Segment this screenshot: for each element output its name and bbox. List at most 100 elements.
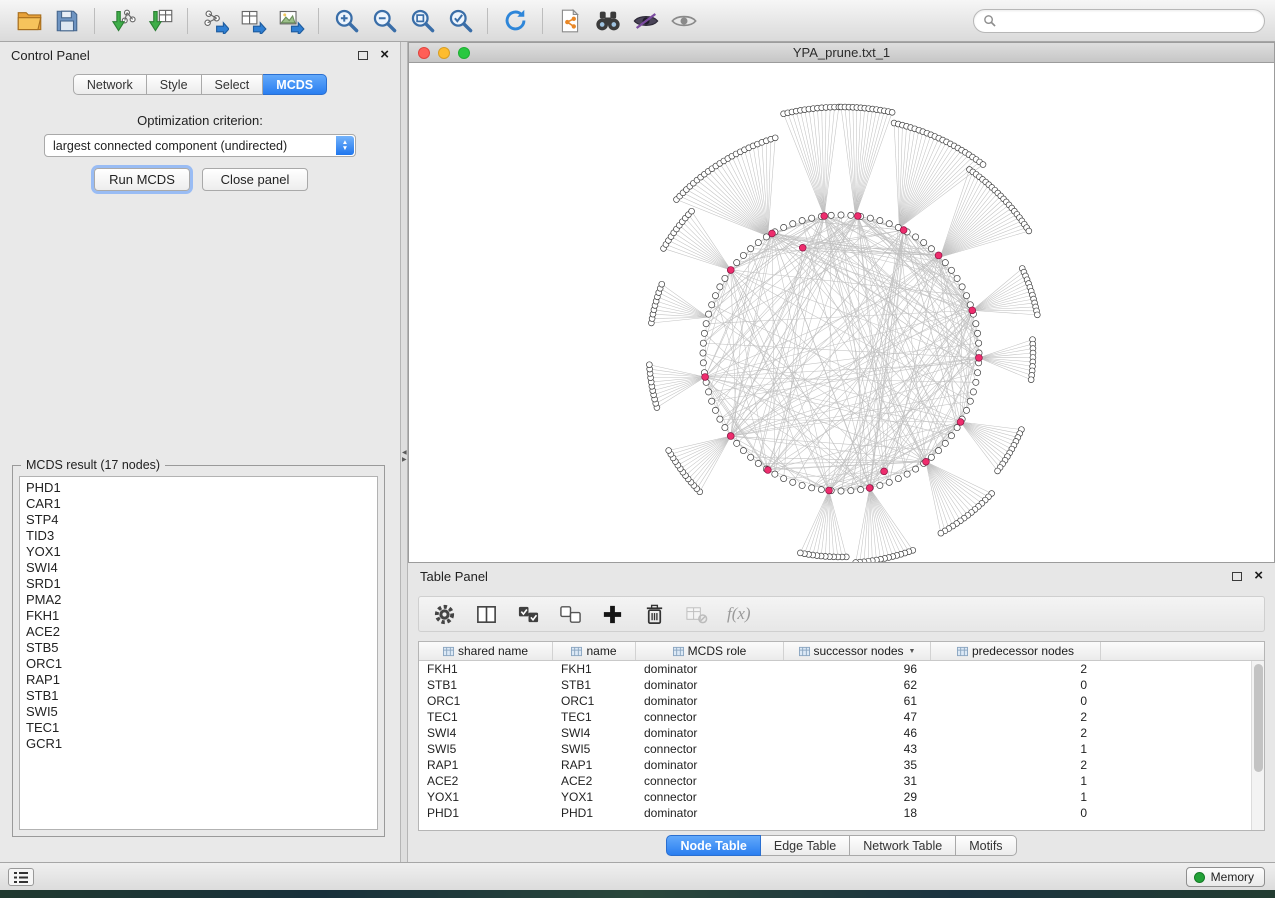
network-node[interactable] — [886, 221, 892, 227]
network-hub-node[interactable] — [764, 467, 771, 474]
mcds-result-item[interactable]: STB5 — [26, 640, 377, 656]
network-node[interactable] — [646, 362, 652, 368]
network-node[interactable] — [659, 281, 665, 287]
zoom-in-button[interactable] — [327, 4, 365, 38]
tab-network[interactable]: Network — [73, 74, 147, 95]
network-node[interactable] — [700, 350, 706, 356]
network-node[interactable] — [790, 479, 796, 485]
mcds-result-item[interactable]: PHD1 — [26, 480, 377, 496]
network-node[interactable] — [772, 135, 778, 141]
tab-mcds[interactable]: MCDS — [263, 74, 327, 95]
deselect-all-button[interactable] — [559, 603, 582, 626]
network-node[interactable] — [712, 407, 718, 413]
table-row[interactable]: ORC1ORC1dominator610 — [419, 693, 1251, 709]
mcds-result-item[interactable]: STP4 — [26, 512, 377, 528]
network-node[interactable] — [938, 530, 944, 536]
table-row[interactable]: STB1STB1dominator620 — [419, 677, 1251, 693]
network-node[interactable] — [921, 239, 927, 245]
network-node[interactable] — [963, 293, 969, 299]
refresh-button[interactable] — [496, 4, 534, 38]
network-node[interactable] — [799, 482, 805, 488]
network-node[interactable] — [974, 330, 980, 336]
network-node[interactable] — [1034, 312, 1040, 318]
network-node[interactable] — [935, 447, 941, 453]
mcds-result-item[interactable]: TID3 — [26, 528, 377, 544]
network-node[interactable] — [886, 479, 892, 485]
network-node[interactable] — [781, 224, 787, 230]
network-node[interactable] — [809, 215, 815, 221]
network-node[interactable] — [963, 407, 969, 413]
float-panel-icon[interactable] — [1232, 572, 1242, 581]
tab-select[interactable]: Select — [202, 74, 264, 95]
mcds-result-item[interactable]: CAR1 — [26, 496, 377, 512]
table-row[interactable]: SWI5SWI5connector431 — [419, 741, 1251, 757]
export-image-button[interactable] — [272, 4, 310, 38]
network-node[interactable] — [959, 284, 965, 290]
network-node[interactable] — [666, 448, 672, 454]
table-row[interactable]: TEC1TEC1connector472 — [419, 709, 1251, 725]
network-node[interactable] — [781, 475, 787, 481]
select-all-button[interactable] — [517, 603, 540, 626]
binoculars-search-button[interactable] — [589, 4, 627, 38]
network-hub-node[interactable] — [702, 374, 709, 381]
column-header-name[interactable]: name — [553, 642, 636, 660]
table-row[interactable]: SWI4SWI4dominator462 — [419, 725, 1251, 741]
network-node[interactable] — [755, 460, 761, 466]
column-header-shared-name[interactable]: shared name — [419, 642, 553, 660]
table-settings-button[interactable] — [433, 603, 456, 626]
network-node[interactable] — [722, 275, 728, 281]
network-hub-node[interactable] — [866, 485, 873, 492]
network-node[interactable] — [717, 416, 723, 422]
network-node[interactable] — [818, 486, 824, 492]
float-panel-icon[interactable] — [358, 51, 368, 60]
network-node[interactable] — [913, 466, 919, 472]
table-row[interactable]: RAP1RAP1dominator352 — [419, 757, 1251, 773]
network-node[interactable] — [799, 217, 805, 223]
mcds-result-item[interactable]: RAP1 — [26, 672, 377, 688]
network-node[interactable] — [734, 260, 740, 266]
mcds-result-list[interactable]: PHD1CAR1STP4TID3YOX1SWI4SRD1PMA2FKH1ACE2… — [19, 476, 378, 830]
network-node[interactable] — [755, 239, 761, 245]
network-node[interactable] — [942, 260, 948, 266]
close-panel-icon[interactable]: × — [1254, 571, 1263, 581]
network-graph[interactable] — [409, 63, 1274, 562]
network-node[interactable] — [740, 252, 746, 258]
network-node[interactable] — [974, 370, 980, 376]
network-hub-node[interactable] — [935, 252, 942, 259]
network-node[interactable] — [867, 215, 873, 221]
network-node[interactable] — [717, 284, 723, 290]
dark-glasses-button[interactable] — [627, 4, 665, 38]
network-hub-node[interactable] — [923, 458, 930, 465]
sort-chevron-icon[interactable]: ▼ — [909, 648, 916, 655]
tab-network-table[interactable]: Network Table — [850, 835, 956, 856]
network-node[interactable] — [954, 275, 960, 281]
column-header-MCDS-role[interactable]: MCDS role — [636, 642, 784, 660]
network-node[interactable] — [904, 471, 910, 477]
network-hub-node[interactable] — [854, 213, 861, 220]
maximize-window-icon[interactable] — [458, 47, 470, 59]
network-node[interactable] — [748, 454, 754, 460]
splitter-grip-icon[interactable]: ◀▶ — [402, 450, 407, 464]
table-row[interactable]: FKH1FKH1dominator962 — [419, 661, 1251, 677]
panel-list-button[interactable] — [8, 868, 34, 886]
network-node[interactable] — [973, 321, 979, 327]
network-node[interactable] — [877, 482, 883, 488]
open-session-button[interactable] — [10, 4, 48, 38]
table-scrollbar[interactable] — [1251, 661, 1264, 830]
mcds-result-item[interactable]: ACE2 — [26, 624, 377, 640]
mcds-result-item[interactable]: SWI5 — [26, 704, 377, 720]
network-node[interactable] — [942, 440, 948, 446]
run-mcds-button[interactable]: Run MCDS — [94, 168, 190, 191]
zoom-selected-button[interactable] — [441, 4, 479, 38]
close-panel-icon[interactable]: × — [380, 50, 389, 60]
import-network-button[interactable] — [103, 4, 141, 38]
network-node[interactable] — [734, 440, 740, 446]
network-node[interactable] — [797, 550, 803, 556]
network-node[interactable] — [809, 485, 815, 491]
table-row[interactable]: ACE2ACE2connector311 — [419, 773, 1251, 789]
table-row[interactable]: PHD1PHD1dominator180 — [419, 805, 1251, 821]
zoom-out-button[interactable] — [365, 4, 403, 38]
network-node[interactable] — [848, 212, 854, 218]
network-node[interactable] — [976, 340, 982, 346]
minimize-window-icon[interactable] — [438, 47, 450, 59]
